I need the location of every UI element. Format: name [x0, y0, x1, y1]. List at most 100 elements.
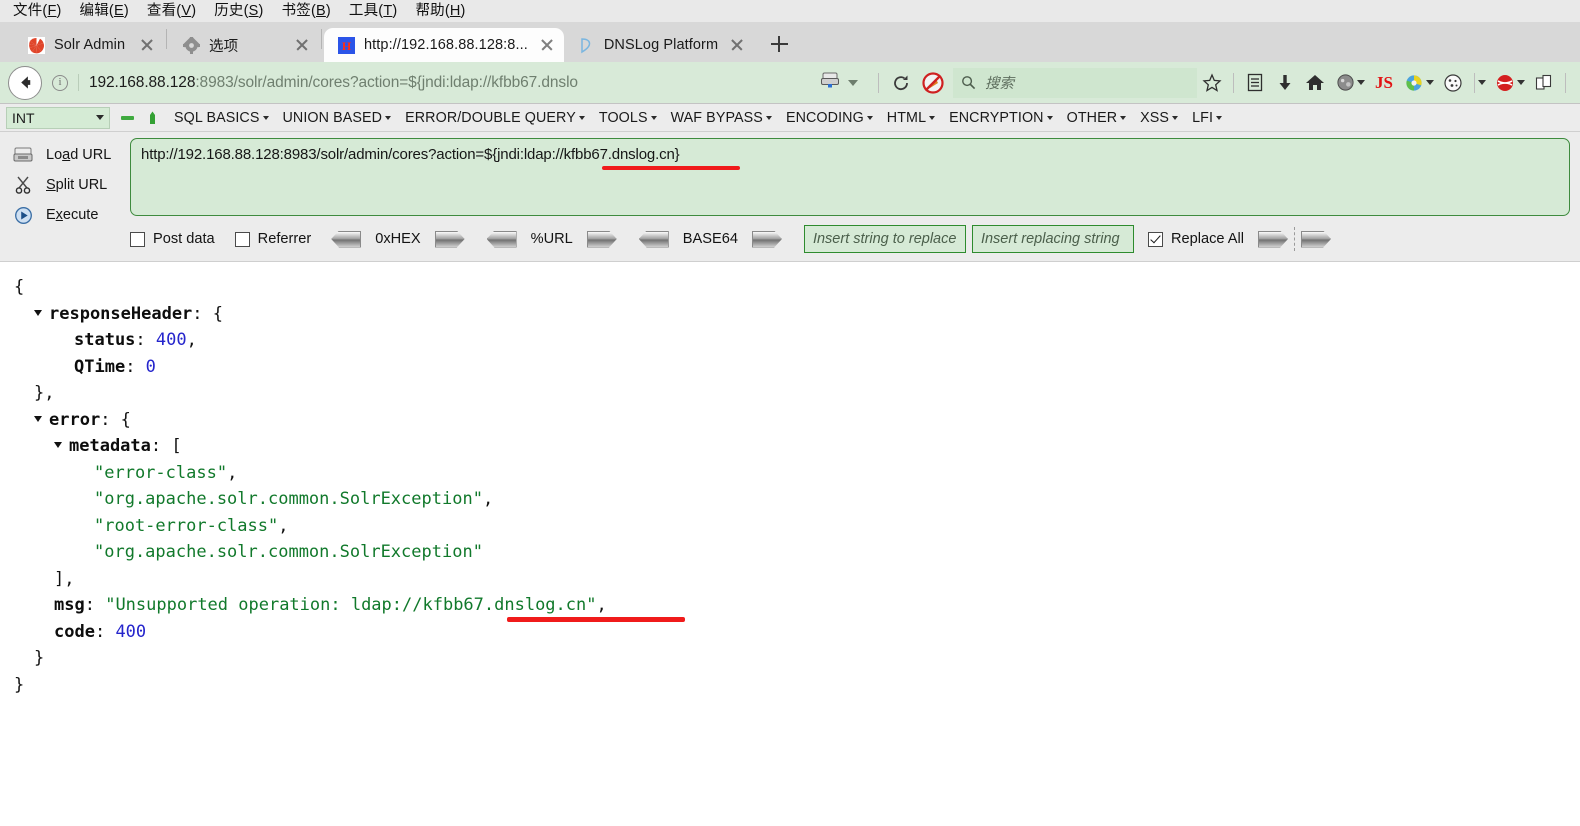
chevron-down-icon	[1172, 115, 1179, 120]
replace-from-input[interactable]: Insert string to replace	[803, 225, 966, 253]
tab-close-button-2[interactable]	[534, 32, 560, 58]
replace-extra-button[interactable]	[1300, 230, 1331, 248]
hackbar-menu-waf-bypass[interactable]: WAF BYPASS	[671, 110, 772, 126]
referrer-checkbox-wrap[interactable]: Referrer	[234, 231, 311, 247]
json-line-14: }	[10, 645, 1580, 672]
hackbar-menu-label: LFI	[1192, 109, 1214, 126]
reload-button[interactable]	[885, 67, 917, 99]
hackbar-icon[interactable]	[1490, 68, 1520, 98]
hackbar-url-textarea[interactable]: http://192.168.88.128:8983/solr/admin/co…	[130, 138, 1570, 216]
collapse-triangle-icon[interactable]	[54, 442, 62, 448]
json-num: 400	[155, 330, 187, 350]
menu-item-3[interactable]: 历史(S)	[205, 1, 272, 21]
json-line-2: status: 400,	[10, 327, 1580, 354]
url-encode-button[interactable]	[586, 230, 617, 248]
hex-encode-button[interactable]	[434, 230, 465, 248]
referrer-checkbox[interactable]	[234, 231, 250, 247]
load-url-button[interactable]: Load URL	[0, 140, 130, 170]
hackbar-menu-lfi[interactable]: LFI	[1192, 109, 1223, 126]
url-label: %URL	[530, 231, 573, 247]
post-data-checkbox[interactable]	[130, 231, 145, 247]
useragent-switcher-icon[interactable]	[1330, 68, 1360, 98]
browser-tab-2[interactable]: Hhttp://192.168.88.128:8...	[324, 28, 564, 62]
downloads-icon[interactable]	[1270, 68, 1300, 98]
noscript-button[interactable]	[917, 67, 949, 99]
json-punct: }	[34, 648, 45, 668]
url-red-underline	[602, 166, 740, 170]
base64-encode-button[interactable]	[751, 230, 782, 248]
solr-icon	[28, 36, 45, 54]
url-bar[interactable]: i 192.168.88.128:8983/solr/admin/cores?a…	[46, 66, 868, 99]
new-tab-button[interactable]	[762, 28, 796, 60]
save-page-icon[interactable]	[820, 71, 840, 94]
remove-tab-button[interactable]	[120, 111, 135, 125]
cookie-caret-icon[interactable]	[1478, 80, 1486, 85]
url-decode-button[interactable]	[486, 230, 517, 248]
firebug-caret-icon[interactable]	[1426, 80, 1434, 85]
menu-item-1[interactable]: 编辑(E)	[71, 1, 138, 21]
hackbar-menu-xss[interactable]: XSS	[1140, 110, 1179, 126]
execute-button[interactable]: Execute	[0, 200, 130, 230]
json-line-3: QTime: 0	[10, 354, 1580, 381]
replace-apply-button[interactable]	[1257, 230, 1288, 248]
hackbar-menu-encoding[interactable]: ENCODING	[786, 110, 873, 126]
tab-close-button-1[interactable]	[289, 32, 315, 58]
url-dropdown-caret[interactable]	[848, 79, 858, 86]
replace-all-checkbox[interactable]	[1147, 231, 1163, 247]
menu-item-6[interactable]: 帮助(H)	[406, 1, 474, 21]
menu-item-4[interactable]: 书签(B)	[273, 1, 340, 21]
json-line-9: "root-error-class",	[10, 513, 1580, 540]
chevron-down-icon	[262, 115, 269, 120]
hackbar-caret-icon[interactable]	[1517, 80, 1525, 85]
hackbar-menu-error-double-query[interactable]: ERROR/DOUBLE QUERY	[405, 110, 585, 126]
icon-divider-2	[1474, 72, 1475, 93]
url-text[interactable]: 192.168.88.128:8983/solr/admin/cores?act…	[89, 74, 820, 92]
url-divider	[78, 74, 79, 91]
browser-tab-1[interactable]: 选项	[169, 28, 319, 62]
tab-close-button-3[interactable]	[724, 32, 750, 58]
json-key: code	[54, 621, 95, 642]
firebug-icon[interactable]	[1399, 68, 1429, 98]
multi-page-icon[interactable]	[1529, 68, 1559, 98]
browser-tab-0[interactable]: Solr Admin	[14, 28, 164, 62]
back-button[interactable]	[8, 65, 42, 100]
search-bar[interactable]: 搜索	[953, 67, 1197, 98]
bookmark-star-icon[interactable]	[1197, 68, 1227, 98]
base64-decode-button[interactable]	[638, 230, 669, 248]
split-url-button[interactable]: Split URL	[0, 170, 130, 200]
tab-close-button-0[interactable]	[134, 32, 160, 58]
collapse-triangle-icon[interactable]	[34, 415, 42, 422]
chevron-down-icon	[1046, 115, 1053, 120]
menu-item-2[interactable]: 查看(V)	[138, 1, 205, 21]
browser-tab-3[interactable]: DNSLog Platform	[564, 28, 754, 62]
cookie-manager-icon[interactable]	[1438, 68, 1468, 98]
hackbar-body: Load URL Split URL Execute http://192.16…	[0, 132, 1580, 262]
json-punct: {	[14, 277, 25, 297]
json-punct: },	[34, 383, 55, 403]
info-icon[interactable]: i	[52, 74, 68, 91]
hackbar-menu-label: HTML	[886, 109, 927, 126]
collapse-triangle-icon[interactable]	[34, 309, 42, 316]
replace-all-checkbox-wrap[interactable]: Replace All	[1147, 231, 1244, 247]
hackbar-menu-other[interactable]: OTHER	[1067, 110, 1127, 126]
menu-item-0[interactable]: 文件(F)	[4, 1, 71, 21]
hackbar-menu-html[interactable]: HTML	[886, 109, 936, 126]
post-data-checkbox-wrap[interactable]: Post data	[130, 231, 215, 247]
javascript-toggle-icon[interactable]: JS	[1369, 68, 1399, 98]
reader-list-icon[interactable]	[1240, 68, 1270, 98]
json-key: msg	[54, 595, 85, 615]
add-tab-button[interactable]	[145, 111, 160, 125]
split-url-label: Split URL	[46, 177, 108, 193]
hackbar-menu-union-based[interactable]: UNION BASED	[283, 110, 392, 126]
hackbar-menu-tools[interactable]: TOOLS	[599, 110, 657, 126]
hex-decode-button[interactable]	[331, 230, 362, 248]
hackbar-type-select[interactable]: INT	[6, 106, 110, 129]
useragent-caret-icon[interactable]	[1357, 80, 1365, 85]
hackbar-menu-encryption[interactable]: ENCRYPTION	[949, 110, 1053, 126]
hackbar-menu-sql-basics[interactable]: SQL BASICS	[174, 110, 269, 126]
toolbar-icon-row: JS	[1197, 68, 1572, 98]
converter-hex: 0xHEX	[331, 230, 465, 248]
menu-item-5[interactable]: 工具(T)	[340, 1, 407, 21]
replace-to-input[interactable]: Insert replacing string	[971, 225, 1134, 253]
home-icon[interactable]	[1300, 68, 1330, 98]
